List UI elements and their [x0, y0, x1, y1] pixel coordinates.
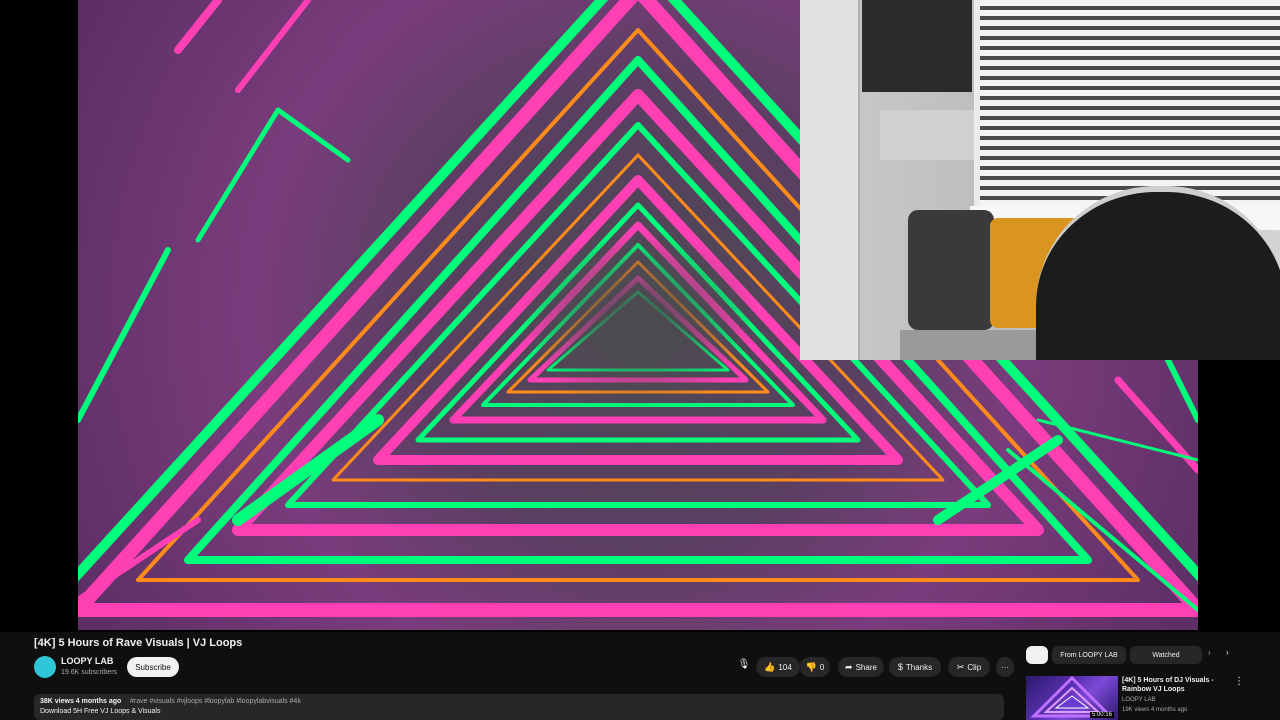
description-first-line: Download 5H Free VJ Loops & Visuals [40, 708, 161, 715]
webcam-speaker [862, 0, 972, 92]
thanks-label: Thanks [905, 662, 933, 672]
chevron-right-icon-2[interactable]: › [1226, 648, 1229, 657]
like-count: 104 [778, 662, 792, 672]
thanks-icon: $ [897, 662, 903, 672]
webcam-door [800, 0, 860, 360]
chevron-right-icon[interactable]: › [1208, 648, 1211, 657]
chip-watched[interactable]: Watched [1130, 646, 1202, 664]
webcam-cushion [908, 210, 994, 330]
thumbs-up-icon: 👍 [764, 661, 776, 672]
mic-icon[interactable]: 🎙 [736, 659, 752, 675]
share-label: Share [855, 662, 877, 672]
channel-avatar[interactable] [34, 656, 56, 678]
video-player[interactable] [0, 0, 1280, 632]
clip-button[interactable]: ✂ Clip [948, 657, 990, 677]
more-actions-button[interactable]: ··· [996, 657, 1014, 677]
channel-name[interactable]: LOOPY LAB [61, 656, 113, 666]
hashtags[interactable]: #rave #visuals #vjloops #loopylab #loopy… [130, 698, 301, 705]
like-button[interactable]: 👍 104 [756, 657, 800, 677]
thumbs-down-icon: 👎 [805, 661, 817, 672]
share-button[interactable]: ➦ Share [838, 657, 884, 677]
dislike-count: 0 [819, 662, 825, 672]
scissors-icon: ✂ [956, 661, 965, 672]
recommended-video-title[interactable]: [4K] 5 Hours of DJ Visuals - Rainbow VJ … [1122, 676, 1232, 694]
chip-from-channel[interactable]: From LOOPY LAB [1052, 646, 1126, 664]
subscriber-count: 19.6K subscribers [61, 669, 118, 676]
description-box[interactable]: 38K views 4 months ago #rave #visuals #v… [34, 694, 1004, 720]
subscribe-button[interactable]: Subscribe [127, 657, 179, 677]
webcam-overlay [800, 0, 1280, 360]
webcam-window-blinds [980, 0, 1280, 210]
clip-label: Clip [967, 662, 982, 672]
more-vertical-icon[interactable]: ⋮ [1234, 676, 1244, 687]
recommended-video-channel[interactable]: LOOPY LAB [1122, 697, 1156, 703]
recommended-video-thumbnail[interactable]: 5:00:16 [1026, 676, 1118, 720]
dislike-button[interactable]: 👎 0 [800, 657, 830, 677]
video-duration: 5:00:16 [1089, 712, 1114, 718]
view-count-date: 38K views 4 months ago [40, 698, 122, 705]
share-icon: ➦ [845, 661, 853, 672]
video-title: [4K] 5 Hours of Rave Visuals | VJ Loops [34, 637, 243, 649]
thanks-button[interactable]: $ Thanks [889, 657, 941, 677]
chip-all[interactable] [1026, 646, 1048, 664]
webcam-shelf [880, 110, 974, 160]
recommended-video-meta: 19K views 4 months ago [1122, 707, 1188, 713]
